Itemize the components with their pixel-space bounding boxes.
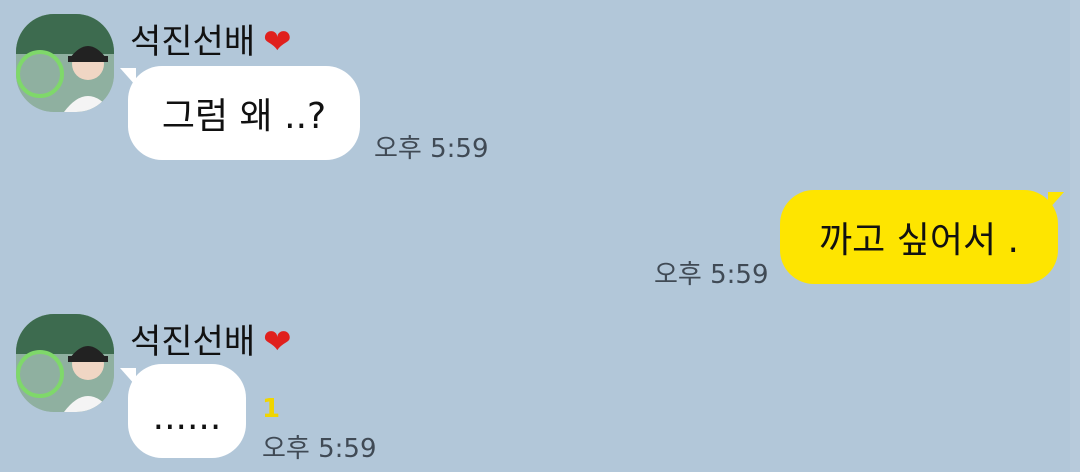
bubble-tail	[1048, 192, 1064, 210]
message-text: 까고 싶어서 .	[819, 220, 1019, 261]
message-text: ......	[152, 396, 222, 438]
message-time: 오후 5:59	[262, 434, 377, 464]
chat-area[interactable]: 석진선배 ❤ 그럼 왜 ..? 오후 5:59 오후 5:59 까고 싶어서 . …	[0, 0, 1080, 472]
sender-name: 석진선배 ❤	[130, 14, 292, 63]
message-text: 그럼 왜 ..?	[161, 96, 327, 137]
sender-name-text: 석진선배	[130, 322, 256, 362]
message-bubble[interactable]: ......	[128, 364, 246, 458]
heart-icon: ❤	[263, 322, 292, 362]
message-bubble[interactable]: 까고 싶어서 .	[780, 190, 1058, 284]
message-time: 오후 5:59	[374, 134, 489, 164]
avatar-photo-icon	[16, 314, 114, 412]
profile-avatar[interactable]	[16, 314, 114, 412]
message-time: 오후 5:59	[654, 260, 769, 290]
heart-icon: ❤	[263, 22, 292, 62]
profile-avatar[interactable]	[16, 14, 114, 112]
message-bubble[interactable]: 그럼 왜 ..?	[128, 66, 360, 160]
unread-count: 1	[262, 394, 281, 424]
scrollbar[interactable]	[1070, 0, 1080, 472]
sender-name-text: 석진선배	[130, 22, 256, 62]
sender-name: 석진선배 ❤	[130, 314, 292, 363]
avatar-photo-icon	[16, 14, 114, 112]
